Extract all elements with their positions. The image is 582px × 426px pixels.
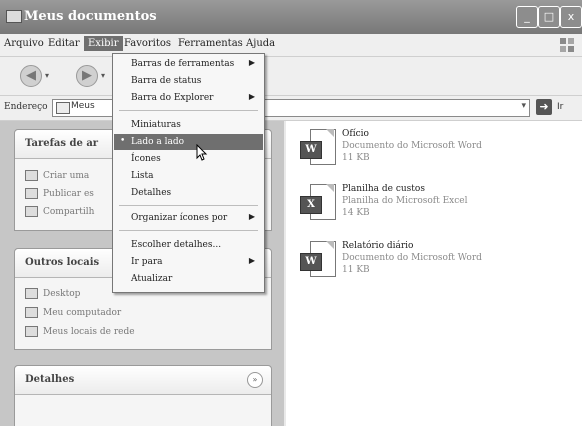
submenu-arrow-icon: ▶ xyxy=(248,256,255,265)
menu-item-lista[interactable]: Lista xyxy=(114,168,263,184)
windows-logo-icon xyxy=(558,36,576,54)
menu-item-barras-ferramentas[interactable]: Barras de ferramentas ▶ xyxy=(114,56,263,72)
back-icon[interactable]: ◀ xyxy=(20,65,42,87)
menu-item-miniaturas[interactable]: Miniaturas xyxy=(114,117,263,133)
maximize-button[interactable]: □ xyxy=(538,6,560,28)
file-list: W Ofício Documento do Microsoft Word 11 … xyxy=(286,121,582,426)
address-label: Endereço xyxy=(4,102,48,112)
new-folder-icon xyxy=(25,170,38,181)
menu-item-barra-explorer[interactable]: Barra do Explorer ▶ xyxy=(114,90,263,106)
go-arrow-icon[interactable]: ➜ xyxy=(536,99,552,115)
menu-item-atualizar[interactable]: Atualizar xyxy=(114,271,263,287)
menu-bar: Arquivo Editar Exibir Favoritos Ferramen… xyxy=(0,34,582,57)
menu-arquivo[interactable]: Arquivo xyxy=(4,38,44,49)
folder-icon xyxy=(6,10,22,23)
menu-item-ir-para[interactable]: Ir para ▶ xyxy=(114,254,263,270)
menu-separator xyxy=(119,205,258,206)
network-icon xyxy=(25,326,38,337)
explorer-window: Meus documentos _ □ x Arquivo Editar Exi… xyxy=(0,0,582,426)
file-name: Relatório diário xyxy=(342,241,414,251)
globe-icon xyxy=(25,188,38,199)
task-criar[interactable]: Criar uma xyxy=(25,170,89,181)
file-name: Planilha de custos xyxy=(342,184,425,194)
submenu-arrow-icon: ▶ xyxy=(248,92,255,101)
menu-ajuda[interactable]: Ajuda xyxy=(246,38,275,49)
place-desktop[interactable]: Desktop xyxy=(25,288,80,299)
menu-item-icones[interactable]: Ícones xyxy=(114,151,263,167)
word-document-icon: W xyxy=(300,241,336,281)
menu-item-detalhes[interactable]: Detalhes xyxy=(114,185,263,201)
title-bar[interactable]: Meus documentos _ □ x xyxy=(0,0,582,34)
submenu-arrow-icon: ▶ xyxy=(248,212,255,221)
forward-icon[interactable]: ▶ xyxy=(76,65,98,87)
folder-icon xyxy=(56,102,70,114)
file-size: 11 KB xyxy=(342,265,370,275)
mouse-pointer-icon xyxy=(196,143,208,162)
menu-separator xyxy=(119,110,258,111)
menu-item-lado-a-lado[interactable]: • Lado a lado xyxy=(114,134,263,150)
task-publicar[interactable]: Publicar es xyxy=(25,188,94,199)
menu-ferramentas[interactable]: Ferramentas xyxy=(178,38,243,49)
selected-bullet-icon: • xyxy=(120,136,126,146)
other-places-title: Outros locais xyxy=(25,257,100,268)
address-dropdown-icon[interactable]: ▾ xyxy=(521,101,526,111)
forward-dropdown-icon[interactable]: ▾ xyxy=(101,71,105,80)
address-bar: Endereço Meus ▾ ➜ Ir xyxy=(0,96,582,121)
menu-item-barra-status[interactable]: Barra de status xyxy=(114,73,263,89)
excel-spreadsheet-icon: X xyxy=(300,184,336,224)
window-title: Meus documentos xyxy=(24,9,157,24)
expand-chevron-icon[interactable]: » xyxy=(247,372,263,388)
menu-item-escolher-detalhes[interactable]: Escolher detalhes... xyxy=(114,237,263,253)
file-type: Planilha do Microsoft Excel xyxy=(342,196,468,206)
file-size: 11 KB xyxy=(342,153,370,163)
toolbar: ◀ ▾ ▶ ▾ xyxy=(0,57,582,96)
menu-separator xyxy=(119,230,258,231)
share-folder-icon xyxy=(25,206,38,217)
place-my-computer[interactable]: Meu computador xyxy=(25,307,121,318)
menu-item-organizar-icones[interactable]: Organizar ícones por ▶ xyxy=(114,210,263,226)
file-size: 14 KB xyxy=(342,208,370,218)
file-type: Documento do Microsoft Word xyxy=(342,141,482,151)
details-panel-header[interactable]: Detalhes » xyxy=(15,366,271,395)
minimize-button[interactable]: _ xyxy=(516,6,538,28)
back-dropdown-icon[interactable]: ▾ xyxy=(45,71,49,80)
word-document-icon: W xyxy=(300,129,336,169)
address-value: Meus xyxy=(71,101,95,111)
close-button[interactable]: x xyxy=(560,6,582,28)
menu-exibir[interactable]: Exibir xyxy=(84,36,123,51)
place-network[interactable]: Meus locais de rede xyxy=(25,326,135,337)
go-button-label[interactable]: Ir xyxy=(557,102,563,112)
desktop-icon xyxy=(25,288,38,299)
tasks-panel-title: Tarefas de ar xyxy=(25,138,99,149)
file-type: Documento do Microsoft Word xyxy=(342,253,482,263)
task-compartilhar[interactable]: Compartilh xyxy=(25,206,94,217)
menu-favoritos[interactable]: Favoritos xyxy=(124,38,171,49)
menu-editar[interactable]: Editar xyxy=(48,38,80,49)
details-panel-title: Detalhes xyxy=(25,374,75,385)
file-name: Ofício xyxy=(342,129,369,139)
details-panel: Detalhes » xyxy=(14,365,272,426)
exibir-menu: Barras de ferramentas ▶ Barra de status … xyxy=(112,53,265,293)
computer-icon xyxy=(25,307,38,318)
submenu-arrow-icon: ▶ xyxy=(248,58,255,67)
